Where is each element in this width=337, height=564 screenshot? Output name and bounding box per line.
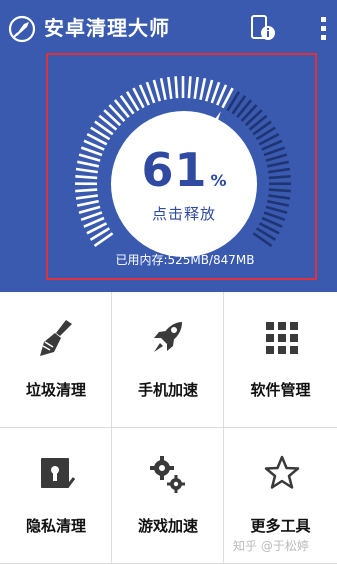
memory-percent: 61% <box>111 142 257 209</box>
gauge-tick-free <box>268 188 291 193</box>
gauge-tick-free <box>263 211 286 222</box>
gauge-tick-used <box>75 167 98 174</box>
gauge-tick-used <box>187 76 192 99</box>
tool-phone-boost[interactable]: 手机加速 <box>112 292 224 428</box>
gauge-tick-used <box>174 76 179 99</box>
tools-grid: 垃圾清理 手机加速 软件管理 隐私清理 游戏加速 更多工具 <box>0 292 337 564</box>
gauge-tick-used <box>75 188 98 193</box>
gauge-tick-free <box>268 175 291 180</box>
watermark: 知乎 @于松婷 <box>233 539 309 553</box>
percent-unit: % <box>210 171 227 190</box>
tool-label: 手机加速 <box>137 381 198 399</box>
apps-grid-icon <box>266 322 298 354</box>
tool-privacy-clean[interactable]: 隐私清理 <box>0 428 112 564</box>
memory-usage-text: 已用内存:525MB/847MB <box>115 253 255 267</box>
gauge-tick-free <box>263 146 286 157</box>
more-vertical-icon[interactable] <box>313 14 333 42</box>
gauge-tick-used <box>78 153 101 162</box>
gauge-tick-used <box>78 205 101 215</box>
gauge-tick-free <box>267 199 290 207</box>
broom-rocket-icon <box>8 15 36 43</box>
gauge-tick-used <box>152 79 162 102</box>
tool-game-boost[interactable]: 游戏加速 <box>112 428 224 564</box>
gears-icon <box>150 456 185 493</box>
gauge-tick-used <box>75 194 98 200</box>
gauge-tick-used <box>159 78 167 101</box>
gauge-tick-used <box>145 81 156 104</box>
gauge-tick-used <box>80 211 103 222</box>
gauge-tick-used <box>193 76 199 99</box>
gauge-tick-free <box>266 160 289 168</box>
privacy-lock-icon <box>41 458 76 489</box>
gauge-tick-used <box>167 76 173 99</box>
gauge-tick-used <box>75 175 98 180</box>
gauge-tick-used <box>199 78 207 101</box>
tool-label: 垃圾清理 <box>25 381 86 399</box>
gauge-tick-free <box>265 153 288 162</box>
release-label[interactable]: 点击释放 <box>111 203 257 225</box>
gauge-tick-used <box>80 146 103 157</box>
gauge-tick-used <box>210 81 221 104</box>
tool-label: 软件管理 <box>250 381 311 399</box>
rocket-icon <box>154 322 182 352</box>
title-bar: 安卓清理大师 <box>0 0 337 52</box>
star-icon <box>264 455 300 489</box>
gauge-tick-free <box>268 167 291 174</box>
broom-icon <box>40 320 72 356</box>
percent-value: 61 <box>141 143 208 197</box>
header-panel: 安卓清理大师 61% 点击释放 已用内存:525MB/847MB <box>0 0 337 292</box>
tool-label: 更多工具 <box>250 517 311 535</box>
gauge-tick-used <box>76 199 99 207</box>
tool-label: 游戏加速 <box>137 517 198 535</box>
phone-info-icon[interactable] <box>250 14 276 42</box>
gauge-tick-free <box>265 205 288 215</box>
gauge-tick-free <box>268 194 291 200</box>
app-title: 安卓清理大师 <box>44 16 170 40</box>
gauge-tick-used <box>77 160 100 168</box>
tool-label: 隐私清理 <box>25 517 86 535</box>
gauge-tick-used <box>204 79 214 102</box>
tool-junk-clean[interactable]: 垃圾清理 <box>0 292 112 428</box>
tool-app-manager[interactable]: 软件管理 <box>224 292 337 428</box>
